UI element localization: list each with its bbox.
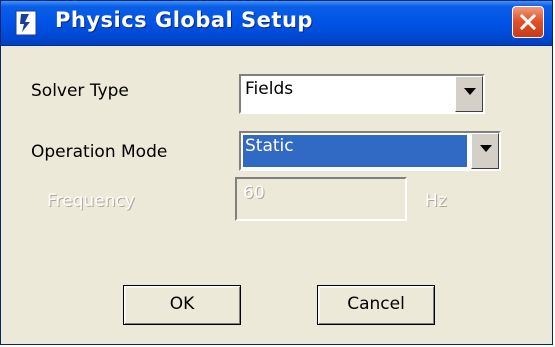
operation-mode-value: Static — [242, 134, 468, 168]
application-icon — [15, 10, 37, 36]
frequency-input: 60 — [235, 177, 407, 221]
ok-button[interactable]: OK — [123, 285, 241, 325]
operation-mode-label: Operation Mode — [31, 142, 168, 162]
solver-type-dropdown-button[interactable] — [455, 76, 483, 112]
solver-type-label: Solver Type — [31, 81, 129, 101]
title-bar[interactable]: Physics Global Setup — [1, 1, 552, 46]
dialog-window: Physics Global Setup Solver Type Fields … — [0, 0, 553, 345]
frequency-label: Frequency — [47, 191, 135, 211]
operation-mode-dropdown-button[interactable] — [471, 133, 499, 169]
close-icon — [520, 14, 536, 30]
solver-type-dropdown[interactable]: Fields — [239, 74, 485, 114]
window-title: Physics Global Setup — [55, 8, 313, 32]
solver-type-value: Fields — [245, 79, 294, 99]
cancel-button[interactable]: Cancel — [317, 285, 435, 325]
chevron-down-icon — [464, 88, 476, 95]
frequency-unit: Hz — [425, 191, 447, 211]
frequency-value: 60 — [243, 183, 265, 203]
close-button[interactable] — [512, 6, 544, 38]
operation-mode-dropdown[interactable]: Static — [239, 131, 501, 171]
chevron-down-icon — [480, 145, 492, 152]
